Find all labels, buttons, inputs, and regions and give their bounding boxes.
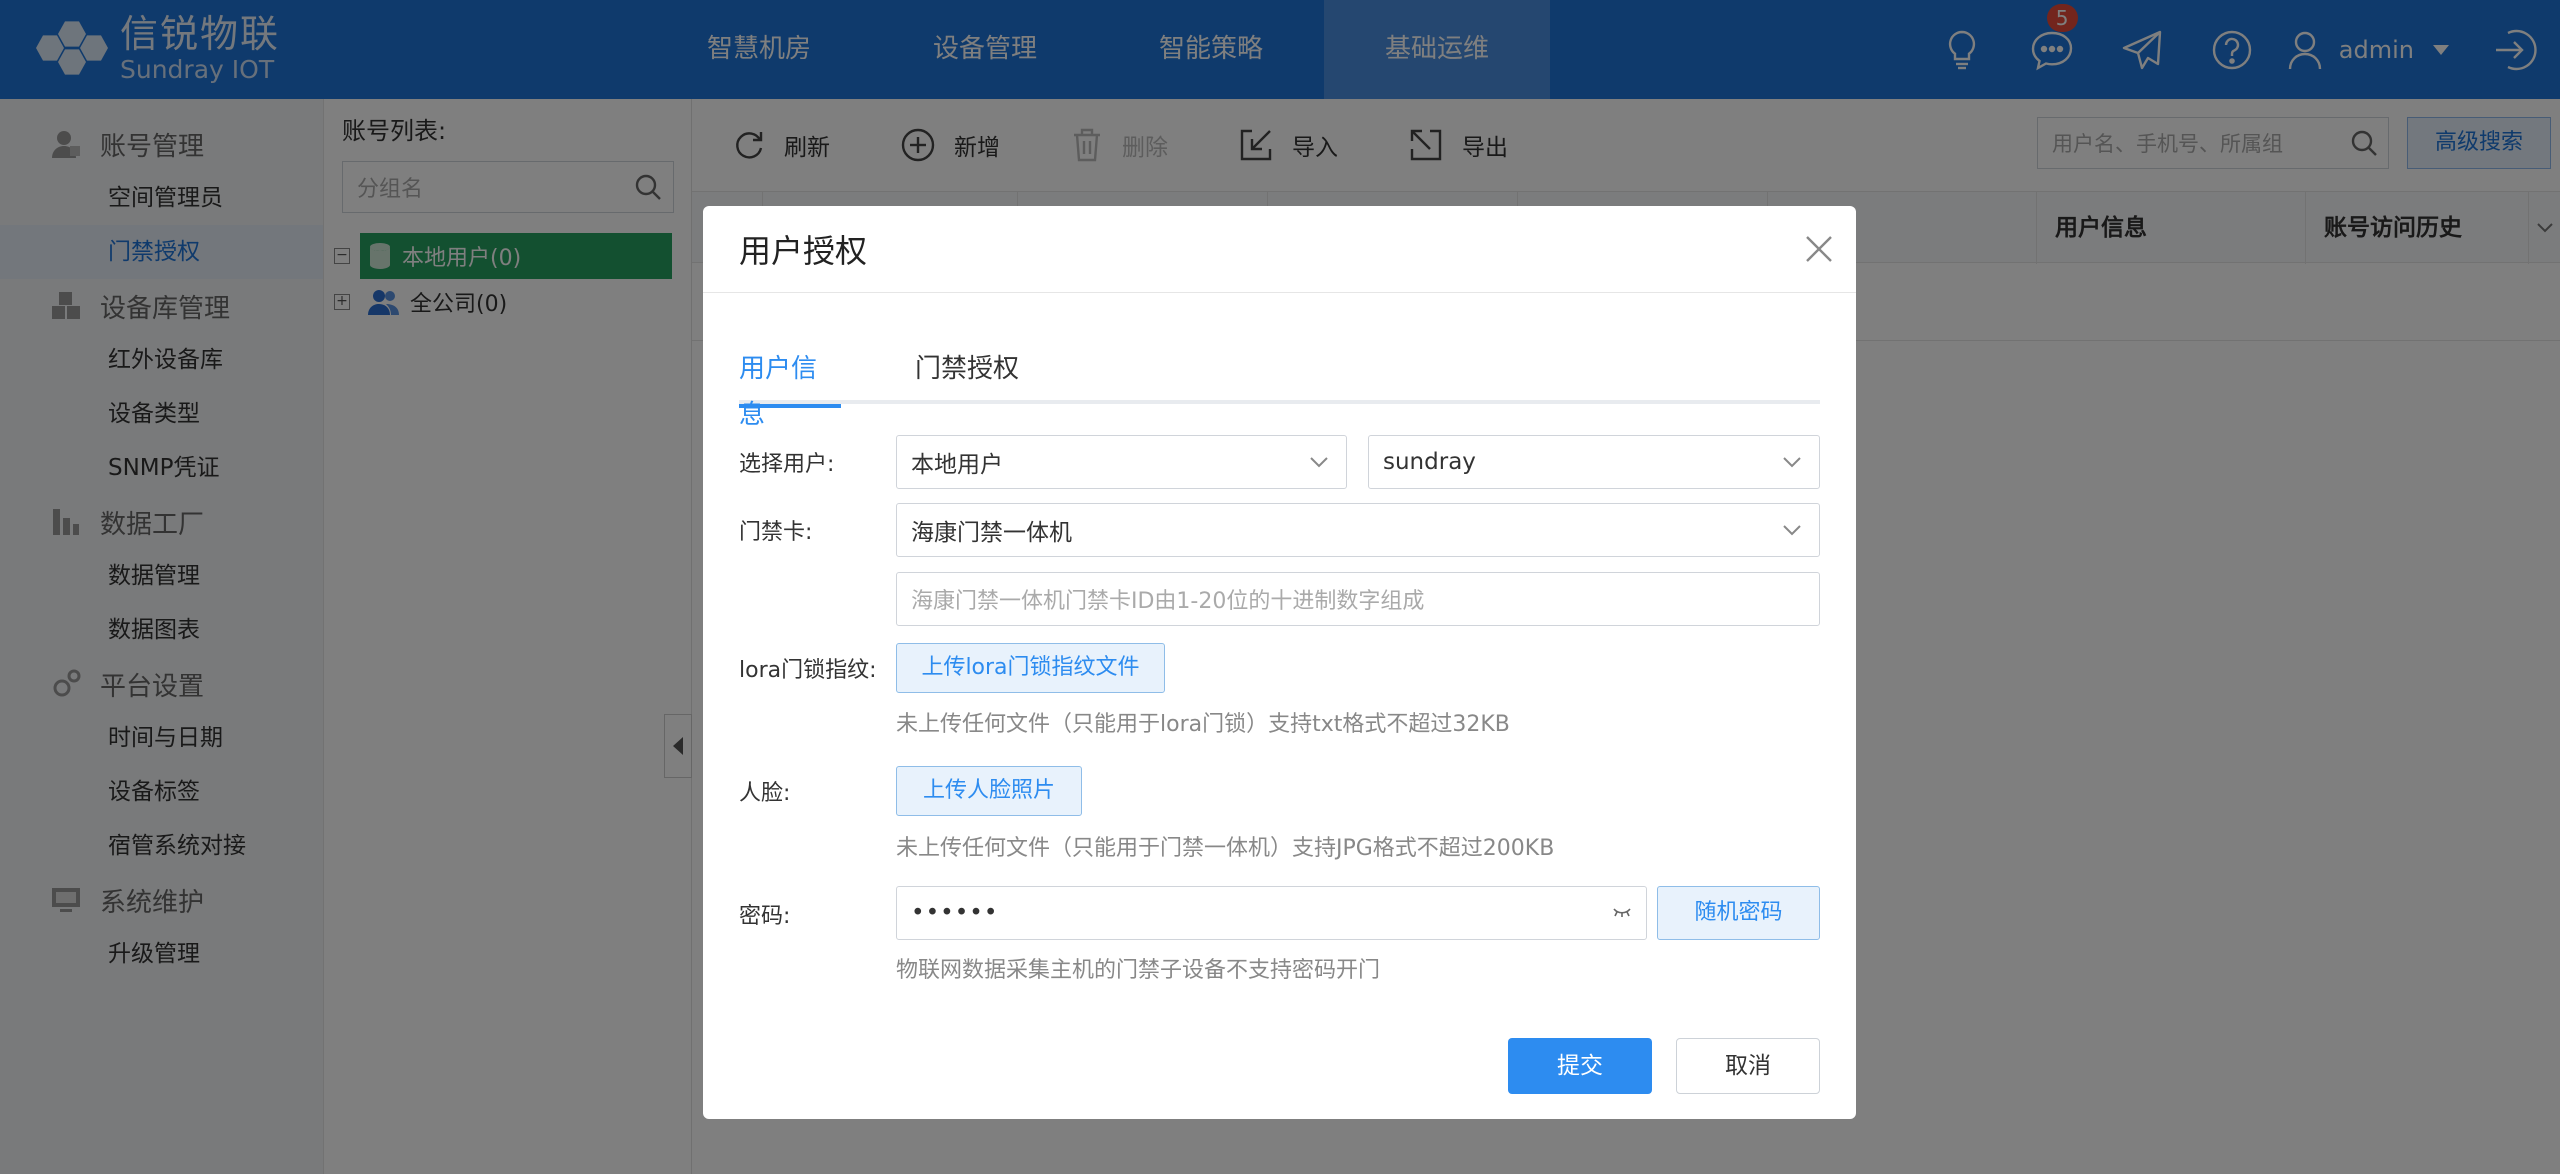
access-card-label: 门禁卡: [739,520,813,545]
chevron-down-icon [1310,457,1328,468]
upload-face-photo-button[interactable]: 上传人脸照片 [896,766,1082,816]
tab-user-info[interactable]: 用户信息 [739,346,841,430]
access-card-id-input[interactable]: 海康门禁一体机门禁卡ID由1-20位的十进制数字组成 [896,572,1820,626]
dialog-header: 用户授权 [703,206,1856,293]
close-icon[interactable] [1804,234,1834,264]
chevron-down-icon [1783,525,1801,536]
face-label: 人脸: [739,781,791,806]
password-input[interactable]: •••••• [896,886,1647,940]
fingerprint-hint: 未上传任何文件（只能用于lora门锁）支持txt格式不超过32KB [896,712,1510,737]
cancel-button[interactable]: 取消 [1676,1038,1820,1094]
dialog-tabs: 用户信息 门禁授权 [739,346,1820,430]
chevron-down-icon [1783,457,1801,468]
access-card-device-select[interactable]: 海康门禁一体机 [896,503,1820,557]
password-label: 密码: [739,904,791,929]
eye-closed-icon[interactable] [1612,905,1632,919]
random-password-button[interactable]: 随机密码 [1657,886,1820,940]
select-user-label: 选择用户: [739,452,835,477]
submit-button[interactable]: 提交 [1508,1038,1652,1094]
user-name-select[interactable]: sundray [1368,435,1820,489]
tab-access-authorization[interactable]: 门禁授权 [915,346,1025,404]
lora-fingerprint-label: lora门锁指纹: [739,658,877,683]
face-hint: 未上传任何文件（只能用于门禁一体机）支持JPG格式不超过200KB [896,836,1555,861]
upload-fingerprint-button[interactable]: 上传lora门锁指纹文件 [896,643,1165,693]
user-authorization-dialog: 用户授权 用户信息 门禁授权 选择用户: 本地用户 sundray 门禁卡: 海… [703,206,1856,1119]
user-type-select[interactable]: 本地用户 [896,435,1347,489]
dialog-title: 用户授权 [739,232,868,270]
password-hint: 物联网数据采集主机的门禁子设备不支持密码开门 [896,958,1381,983]
